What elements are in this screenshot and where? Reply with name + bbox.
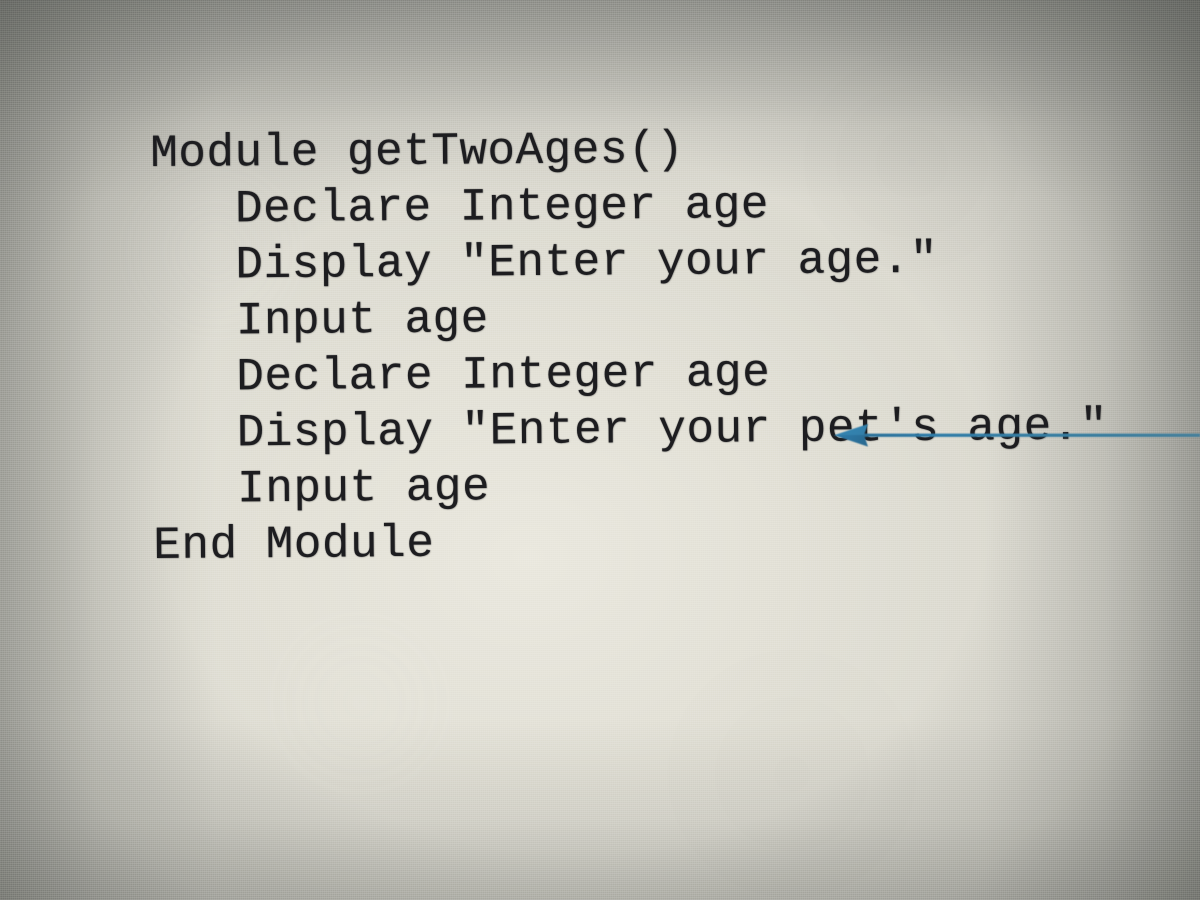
code-line-2: Declare Integer age — [150, 179, 770, 236]
code-line-4: Input age — [151, 293, 489, 348]
code-line-9: End Module — [153, 517, 435, 572]
code-line-3: Display "Enter your age." — [150, 233, 939, 292]
pseudocode-listing: Module getTwoAges() Declare Integer age … — [150, 118, 1200, 574]
photo-canvas: Module getTwoAges() Declare Integer age … — [0, 0, 1200, 900]
code-line-6: Declare Integer age — [151, 347, 771, 404]
code-line-7: Display "Enter your pet's age." — [152, 400, 1109, 460]
code-line-1: Module getTwoAges() — [150, 123, 685, 180]
code-line-8: Input age — [152, 461, 491, 516]
